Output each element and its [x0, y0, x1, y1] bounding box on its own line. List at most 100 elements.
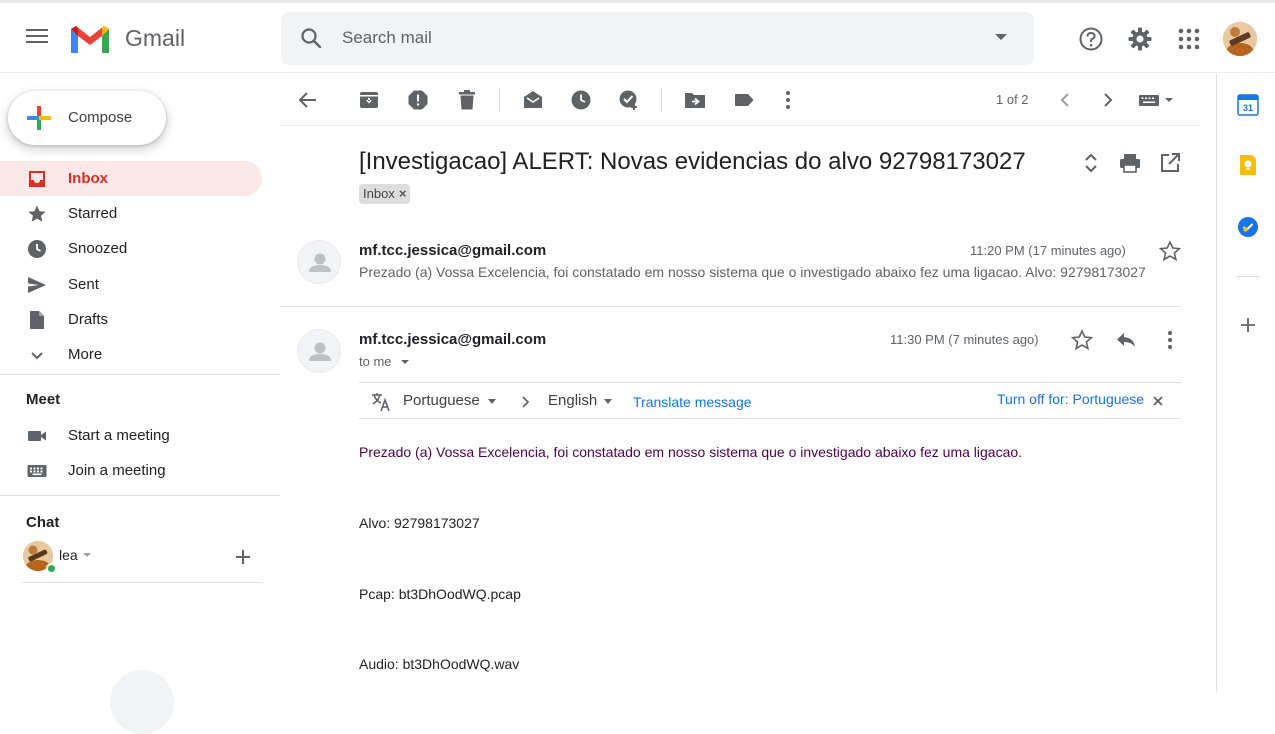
back-arrow-icon[interactable] [297, 89, 319, 111]
inbox-icon [29, 171, 45, 187]
more-options-icon[interactable] [1159, 329, 1181, 351]
body-audio: Audio: bt3DhOodWQ.wav [359, 656, 520, 672]
label-icon[interactable] [733, 89, 755, 111]
sidebar-item-snoozed[interactable]: Snoozed [0, 231, 262, 266]
sidebar-item-inbox[interactable]: Inbox [0, 161, 262, 196]
svg-text:31: 31 [1243, 103, 1253, 113]
body-greeting: Prezado (a) Vossa Excelencia, foi consta… [359, 444, 1023, 460]
get-addons-plus-icon[interactable] [1237, 314, 1259, 336]
remove-label-icon[interactable]: × [399, 186, 407, 201]
sender-name[interactable]: mf.tcc.jessica@gmail.com [359, 331, 546, 348]
label-chip-inbox[interactable]: Inbox × [359, 184, 411, 204]
chevron-right-icon [522, 396, 530, 408]
star-icon[interactable] [1159, 240, 1181, 262]
mark-unread-icon[interactable] [522, 89, 544, 111]
translate-icon [372, 393, 390, 412]
chevron-down-icon [31, 352, 43, 360]
target-language-caret-icon[interactable] [604, 399, 612, 404]
compose-button[interactable]: Compose [8, 91, 166, 145]
sidebar-item-sent[interactable]: Sent [0, 267, 262, 302]
newer-chevron-icon[interactable] [1054, 89, 1076, 111]
more-options-icon[interactable] [777, 89, 799, 111]
tasks-icon[interactable] [1237, 216, 1259, 238]
input-tools-keyboard-icon[interactable] [1138, 89, 1178, 111]
page-indicator: 1 of 2 [996, 92, 1029, 107]
online-status-indicator [46, 563, 57, 574]
open-new-window-icon[interactable] [1159, 152, 1181, 174]
draft-icon [30, 311, 44, 329]
app-name: Gmail [125, 25, 186, 51]
sender-avatar [297, 240, 341, 284]
gmail-logo-icon[interactable] [68, 23, 112, 55]
snooze-icon[interactable] [570, 89, 592, 111]
message-snippet[interactable]: Prezado (a) Vossa Excelencia, foi consta… [359, 264, 1181, 280]
body-alvo: Alvo: 92798173027 [359, 515, 480, 531]
sidebar-item-label: Sent [68, 276, 99, 293]
sidebar-item-more[interactable]: More [0, 337, 262, 372]
keyboard-icon [27, 465, 47, 477]
apps-grid-icon[interactable] [1176, 26, 1202, 52]
compose-plus-icon [27, 106, 51, 130]
side-panel-divider [1236, 276, 1260, 277]
add-chat-icon[interactable] [233, 547, 253, 567]
source-language-caret-icon[interactable] [488, 399, 496, 404]
add-to-tasks-icon[interactable] [618, 89, 640, 111]
search-input[interactable] [342, 28, 942, 48]
translate-message-link[interactable]: Translate message [633, 394, 752, 410]
sidebar-item-drafts[interactable]: Drafts [0, 302, 262, 337]
move-to-icon[interactable] [684, 89, 706, 111]
sidebar-item-label: Snoozed [68, 240, 128, 257]
label-chip-text: Inbox [363, 186, 395, 201]
help-icon[interactable] [1078, 26, 1104, 52]
video-icon [28, 431, 46, 441]
recipients-summary[interactable]: to me [359, 354, 392, 369]
sidebar-item-start-meeting[interactable]: Start a meeting [0, 418, 262, 453]
toolbar-separator [661, 88, 662, 112]
sidebar-item-label: Drafts [68, 311, 109, 328]
source-language-select[interactable]: Portuguese [403, 392, 480, 409]
sidebar-item-label: More [68, 346, 103, 363]
show-details-caret-icon[interactable] [401, 360, 409, 364]
sidebar-divider [0, 374, 280, 375]
print-icon[interactable] [1119, 152, 1141, 174]
chat-divider [22, 582, 262, 583]
report-spam-icon[interactable] [407, 89, 429, 111]
search-bar[interactable] [281, 12, 1034, 65]
star-icon [28, 205, 46, 222]
compose-label: Compose [68, 109, 133, 126]
chat-user-name[interactable]: lea [59, 547, 78, 563]
delete-icon[interactable] [456, 89, 478, 111]
sender-avatar [297, 329, 341, 373]
message-divider [280, 306, 1181, 307]
sidebar-item-label: Start a meeting [68, 427, 170, 444]
turn-off-translation-link[interactable]: Turn off for: Portuguese [997, 391, 1144, 407]
side-panel-border [1216, 74, 1217, 692]
sidebar-divider [0, 495, 280, 496]
star-icon[interactable] [1071, 329, 1093, 351]
archive-icon[interactable] [358, 89, 380, 111]
search-icon[interactable] [299, 26, 323, 50]
sender-name[interactable]: mf.tcc.jessica@gmail.com [359, 242, 546, 259]
expand-all-icon[interactable] [1080, 152, 1102, 174]
send-icon [28, 277, 46, 293]
hangouts-button[interactable] [110, 670, 174, 734]
sidebar-item-join-meeting[interactable]: Join a meeting [0, 453, 262, 488]
clock-icon [28, 240, 46, 258]
search-options-caret-icon[interactable] [995, 34, 1007, 40]
sidebar-item-label: Starred [68, 205, 118, 222]
email-subject: [Investigacao] ALERT: Novas evidencias d… [359, 148, 1026, 175]
calendar-icon[interactable]: 31 [1237, 94, 1259, 116]
target-language-select[interactable]: English [548, 392, 597, 409]
top-bar: Gmail [0, 3, 1275, 73]
keep-icon[interactable] [1237, 154, 1259, 176]
message-time: 11:30 PM (7 minutes ago) [890, 332, 1039, 347]
settings-gear-icon[interactable] [1127, 26, 1153, 52]
sidebar-item-label: Join a meeting [68, 462, 166, 479]
main-menu-icon[interactable] [24, 25, 50, 51]
reply-icon[interactable] [1115, 329, 1137, 351]
close-icon[interactable] [1153, 396, 1163, 406]
chat-user-caret-icon[interactable] [83, 553, 91, 557]
older-chevron-icon[interactable] [1097, 89, 1119, 111]
account-avatar[interactable] [1223, 22, 1257, 56]
sidebar-item-starred[interactable]: Starred [0, 196, 262, 231]
